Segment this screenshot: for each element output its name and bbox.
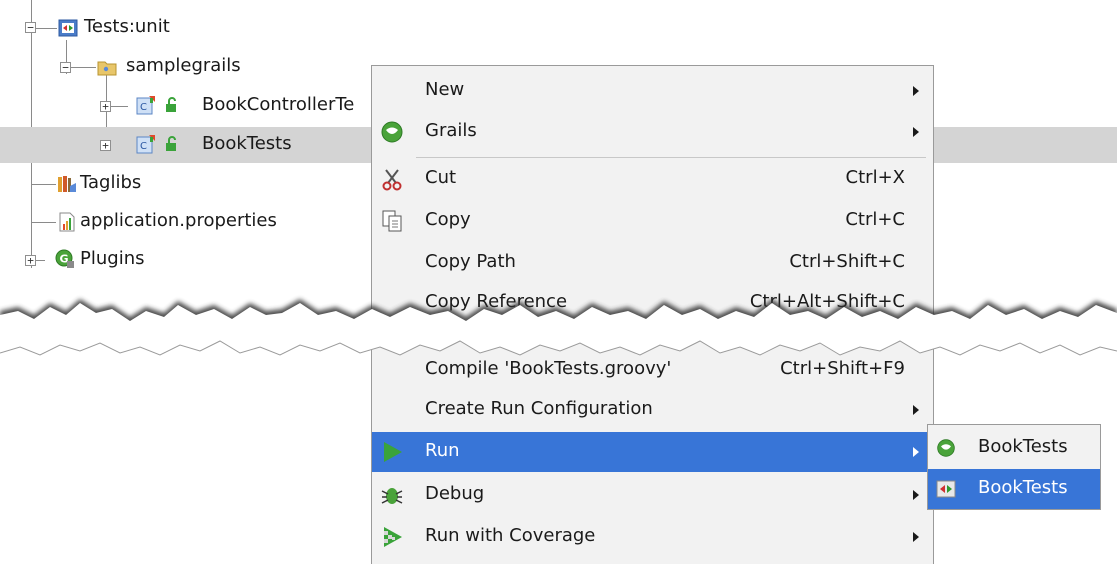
plugins-icon: G (55, 249, 74, 268)
menu-item-label: New (425, 79, 465, 100)
copy-icon (382, 210, 402, 232)
test-source-icon (58, 19, 78, 37)
menu-item-shortcut: Ctrl+Shift+C (789, 251, 905, 272)
expand-toggle[interactable]: + (100, 140, 111, 151)
grails-icon (937, 439, 955, 457)
menu-item-new[interactable]: New (372, 71, 933, 111)
menu-item-label: Grails (425, 120, 477, 141)
debug-icon (381, 488, 403, 504)
junit-icon (936, 480, 956, 498)
submenu-item-label: BookTests (978, 477, 1068, 498)
coverage-icon (384, 527, 402, 547)
tree-item-label: application.properties (80, 210, 277, 231)
package-folder-icon (97, 61, 117, 76)
tree-item-label: Tests:unit (84, 16, 170, 37)
submenu-arrow-icon (913, 532, 919, 542)
menu-item-copy[interactable]: Copy Ctrl+C (372, 201, 933, 241)
submenu-arrow-icon (913, 490, 919, 500)
menu-item-copy-path[interactable]: Copy Path Ctrl+Shift+C (372, 243, 933, 283)
menu-item-run-with-coverage[interactable]: Run with Coverage (372, 517, 933, 557)
unlocked-icon (166, 136, 176, 151)
menu-item-debug[interactable]: Debug (372, 475, 933, 515)
grails-icon (381, 121, 403, 143)
tree-item-label: BookTests (202, 133, 292, 154)
torn-paper-divider (0, 299, 1117, 356)
menu-item-label: Debug (425, 483, 485, 504)
svg-text:C: C (140, 102, 147, 113)
tree-item-label: Plugins (80, 248, 145, 269)
unlocked-icon (166, 97, 176, 112)
menu-item-label: Copy (425, 209, 471, 230)
submenu-arrow-icon (913, 447, 919, 457)
run-icon (384, 442, 402, 462)
submenu-item-booktests-junit[interactable]: BookTests (928, 469, 1100, 509)
svg-text:C: C (140, 141, 147, 152)
test-class-icon: C (136, 135, 155, 154)
run-submenu: BookTests BookTests (927, 424, 1101, 510)
scissors-icon (382, 169, 402, 191)
menu-item-label: Create Run Configuration (425, 398, 653, 419)
submenu-arrow-icon (913, 405, 919, 415)
menu-item-create-run-configuration[interactable]: Create Run Configuration (372, 390, 933, 430)
tree-item-tests-unit[interactable]: − Tests:unit (0, 10, 1117, 46)
menu-item-label: Copy Path (425, 251, 516, 272)
menu-item-cut[interactable]: Cut Ctrl+X (372, 159, 933, 199)
expand-toggle[interactable]: + (100, 101, 111, 112)
tree-item-label: Taglibs (80, 172, 142, 193)
expand-toggle[interactable]: + (25, 255, 36, 266)
taglib-icon (58, 176, 76, 192)
menu-item-shortcut: Ctrl+C (845, 209, 905, 230)
menu-item-label: Cut (425, 167, 457, 188)
submenu-item-booktests-grails[interactable]: BookTests (928, 428, 1100, 468)
test-class-icon: C (136, 96, 155, 115)
submenu-arrow-icon (913, 127, 919, 137)
collapse-toggle[interactable]: − (25, 22, 36, 33)
properties-file-icon (59, 212, 75, 232)
submenu-item-label: BookTests (978, 436, 1068, 457)
menu-item-shortcut: Ctrl+X (845, 167, 905, 188)
tree-item-label: samplegrails (126, 55, 241, 76)
submenu-arrow-icon (913, 86, 919, 96)
menu-item-label: Run with Coverage (425, 525, 596, 546)
menu-item-run[interactable]: Run (372, 432, 933, 472)
collapse-toggle[interactable]: − (60, 62, 71, 73)
tree-item-label: BookControllerTe (202, 94, 355, 115)
menu-separator (416, 157, 926, 158)
menu-item-label: Run (425, 440, 460, 461)
menu-item-grails[interactable]: Grails (372, 112, 933, 152)
